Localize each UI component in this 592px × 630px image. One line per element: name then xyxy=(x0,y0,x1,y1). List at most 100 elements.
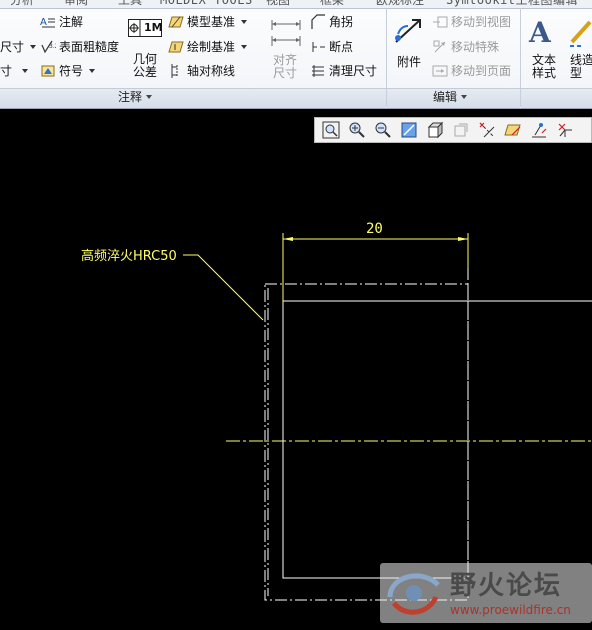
tab-review[interactable]: 审阅 xyxy=(64,0,88,8)
align-dimension-button[interactable]: 对齐 尺寸 xyxy=(264,14,306,80)
heat-treatment-note[interactable]: 高频淬火HRC50 xyxy=(81,248,177,264)
cleanup-dimension-button[interactable]: 清理尺寸 xyxy=(310,63,377,79)
geometric-tolerance-icon-text: 1M xyxy=(144,21,163,34)
ribbon-tab-bar: 分析 审阅 工具 MOLDEX TOOLS 视图 框架 欧规标注 Symtook… xyxy=(0,0,592,9)
break-point-label: 断点 xyxy=(329,40,354,54)
dimension-arrow xyxy=(458,237,468,241)
attachment-label: 附件 xyxy=(396,55,421,69)
symbol-label: 符号 xyxy=(59,64,84,78)
chevron-down-icon xyxy=(89,69,96,73)
geometric-tolerance-label: 几何 公差 xyxy=(132,52,157,79)
saved-views-icon xyxy=(454,123,467,137)
surface-finish-button[interactable]: 3.2 表面粗糙度 xyxy=(40,39,119,55)
symbol-dropdown[interactable]: 符号 xyxy=(40,63,96,79)
note-label: 注解 xyxy=(59,15,84,29)
dimension-label: 尺寸 xyxy=(0,40,25,54)
note-leader xyxy=(183,254,264,321)
zoom-out-icon xyxy=(375,122,391,138)
move-to-view-label: 移动到视图 xyxy=(451,15,512,29)
reference-dimension-dropdown[interactable]: 寸 xyxy=(0,63,29,79)
format-group-bar xyxy=(521,88,592,108)
move-to-view-button[interactable]: 移动到视图 xyxy=(432,14,511,30)
geometric-tolerance-button[interactable]: 1M 几何 公差 xyxy=(126,17,164,81)
repaint-icon xyxy=(401,122,416,138)
break-point-button[interactable]: 断点 xyxy=(310,39,353,55)
saved-views-button[interactable] xyxy=(449,120,472,140)
axis-symmetry-label: 轴对称线 xyxy=(187,64,236,78)
line-style-label: 线造 型 xyxy=(570,53,592,80)
move-to-page-button[interactable]: 移动到页面 xyxy=(432,63,511,79)
tab-euro-dims[interactable]: 欧规标注 xyxy=(376,0,424,8)
draw-datum-icon xyxy=(168,41,184,53)
note-button[interactable]: A 注解 xyxy=(40,14,83,30)
cleanup-dimension-label: 清理尺寸 xyxy=(329,64,378,78)
repaint-button[interactable] xyxy=(397,120,420,140)
note-icon: A xyxy=(40,17,55,28)
text-style-label: 文本 样式 xyxy=(531,53,556,80)
drawing-canvas[interactable]: 20 高频淬火HRC50 xyxy=(0,108,592,630)
dimension-value[interactable]: 20 xyxy=(366,221,383,237)
move-special-button[interactable]: 移动特殊 xyxy=(432,39,499,55)
display-style-icon xyxy=(427,121,443,139)
datum-point-display-icon xyxy=(531,123,546,138)
symbol-icon xyxy=(41,65,55,77)
tab-tools[interactable]: 工具 xyxy=(118,0,142,8)
tab-frame[interactable]: 框架 xyxy=(320,0,344,8)
line-style-icon xyxy=(570,20,592,47)
annotate-group-label[interactable]: 注释 xyxy=(118,89,153,105)
annotate-group-text: 注释 xyxy=(118,90,143,104)
chevron-down-icon xyxy=(22,69,29,73)
move-to-page-icon xyxy=(432,65,448,77)
chamfer-button[interactable]: 角拐 xyxy=(310,14,353,30)
datum-plane-display-icon xyxy=(503,124,521,136)
edit-group-label[interactable]: 编辑 xyxy=(433,89,468,105)
axis-symmetry-button[interactable]: 轴对称线 xyxy=(168,63,235,79)
tab-view[interactable]: 视图 xyxy=(266,0,290,8)
csys-display-icon xyxy=(558,123,572,137)
forum-title: 野火论坛 xyxy=(450,571,563,601)
display-style-button[interactable] xyxy=(423,120,446,140)
dimension-dropdown[interactable]: 尺寸 xyxy=(0,39,37,55)
zoom-out-button[interactable] xyxy=(371,120,394,140)
tab-moldex-tools[interactable]: MOLDEX TOOLS xyxy=(160,0,253,8)
datum-plane-display-button[interactable] xyxy=(501,120,524,140)
draw-datum-label: 绘制基准 xyxy=(187,40,236,54)
dimension-arrow xyxy=(283,237,293,241)
view-toolbar xyxy=(314,117,592,143)
svg-text:A: A xyxy=(528,16,552,48)
chevron-down-icon xyxy=(146,95,153,99)
forum-url: www.proewildfire.cn xyxy=(450,603,571,617)
datum-point-display-button[interactable] xyxy=(527,120,550,140)
cleanup-dimension-icon xyxy=(312,65,324,77)
text-style-icon: A xyxy=(528,16,552,48)
svg-text:3.2: 3.2 xyxy=(49,43,56,50)
text-style-button[interactable]: A 文本 样式 xyxy=(526,14,562,80)
datum-axis-display-button[interactable] xyxy=(475,120,498,140)
forum-logo-icon xyxy=(387,573,440,615)
app-window: 分析 审阅 工具 MOLDEX TOOLS 视图 框架 欧规标注 Symtook… xyxy=(0,0,592,630)
zoom-in-button[interactable] xyxy=(345,120,368,140)
attachment-button[interactable]: 附件 xyxy=(389,14,429,74)
reference-dimension-label: 寸 xyxy=(0,64,13,78)
refit-button[interactable] xyxy=(319,120,342,140)
line-style-button[interactable]: 线造 型 xyxy=(566,14,592,80)
tab-analysis[interactable]: 分析 xyxy=(10,0,34,8)
align-dimension-label: 对齐 尺寸 xyxy=(272,53,297,80)
break-point-icon xyxy=(312,42,325,52)
chamfer-label: 角拐 xyxy=(329,15,354,29)
draw-datum-dropdown[interactable]: 绘制基准 xyxy=(168,39,248,55)
align-dimension-icon xyxy=(271,20,301,46)
move-special-icon xyxy=(433,40,446,53)
chevron-down-icon xyxy=(241,20,248,24)
model-datum-label: 模型基准 xyxy=(187,15,236,29)
csys-display-button[interactable] xyxy=(553,120,576,140)
chamfer-icon xyxy=(311,14,325,29)
model-datum-dropdown[interactable]: 模型基准 xyxy=(168,14,248,30)
chevron-down-icon xyxy=(241,45,248,49)
refit-icon xyxy=(322,121,339,139)
forum-watermark: 野火论坛 www.proewildfire.cn xyxy=(380,563,592,623)
move-to-page-label: 移动到页面 xyxy=(451,64,512,78)
tab-symtookit[interactable]: Symtookit工程图编辑 xyxy=(446,0,578,8)
surface-finish-icon: 3.2 xyxy=(41,40,56,54)
chevron-down-icon xyxy=(30,45,37,49)
